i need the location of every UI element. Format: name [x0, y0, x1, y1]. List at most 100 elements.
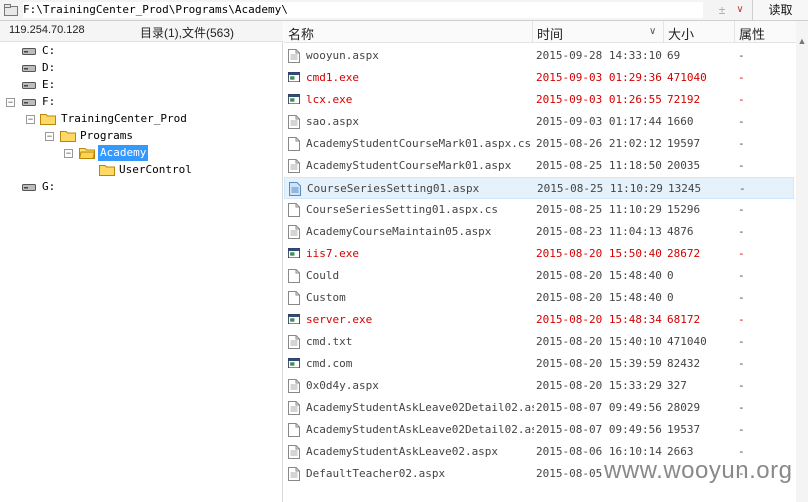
file-row[interactable]: iis7.exe 2015-08-20 15:50:40 28672 - — [284, 243, 794, 265]
bookmark-icon[interactable]: ± — [716, 2, 728, 18]
file-name: AcademyStudentAskLeave02Detail02.as... — [306, 423, 534, 436]
executable-icon — [288, 357, 300, 371]
tree-folder-usercontrol[interactable]: UserControl — [99, 162, 199, 178]
collapse-toggle[interactable]: − — [6, 98, 15, 107]
text-file-icon — [288, 379, 300, 393]
file-attr: - — [738, 335, 745, 348]
file-attr: - — [738, 71, 745, 84]
file-name: CourseSeriesSetting01.aspx.cs — [306, 203, 499, 216]
address-bar: F:\TrainingCenter_Prod\Programs\Academy\… — [0, 0, 808, 21]
tree-drive-c[interactable]: C: — [22, 43, 82, 59]
drive-icon — [22, 184, 36, 191]
file-row[interactable]: CourseSeriesSetting01.aspx 2015-08-25 11:… — [284, 177, 794, 199]
file-row[interactable]: Could 2015-08-20 15:48:40 0 - — [284, 265, 794, 287]
file-size: 82432 — [667, 357, 701, 370]
sort-desc-icon: ∨ — [649, 26, 657, 37]
file-row[interactable]: AcademyCourseMaintain05.aspx 2015-08-23 1… — [284, 221, 794, 243]
file-size: 471040 — [667, 71, 707, 84]
file-name: cmd.com — [306, 357, 353, 370]
file-time: 2015-08-26 21:02:12 — [536, 137, 662, 150]
file-row[interactable]: server.exe 2015-08-20 15:48:34 68172 - — [284, 309, 794, 331]
column-time[interactable]: 时间 — [537, 24, 563, 43]
file-row[interactable]: AcademyStudentAskLeave02Detail02.as... 20… — [284, 419, 794, 441]
file-attr: - — [738, 269, 745, 282]
column-attr[interactable]: 属性 — [739, 24, 765, 43]
file-size: 4876 — [667, 225, 694, 238]
collapse-toggle[interactable]: − — [64, 149, 73, 158]
file-row[interactable]: 0x0d4y.aspx 2015-08-20 15:33:29 327 - — [284, 375, 794, 397]
tree-drive-f[interactable]: F: — [22, 94, 82, 110]
file-time: 2015-08-07 09:49:56 — [536, 401, 662, 414]
chevron-down-icon[interactable]: ∨ — [733, 2, 747, 18]
drive-icon — [22, 48, 36, 55]
file-time: 2015-08-07 09:49:56 — [536, 423, 662, 436]
executable-icon — [288, 247, 300, 261]
file-row[interactable]: Custom 2015-08-20 15:48:40 0 - — [284, 287, 794, 309]
file-size: 471040 — [667, 335, 707, 348]
file-attr: - — [738, 203, 745, 216]
file-row[interactable]: AcademyStudentAskLeave02Detail02.aspx 201… — [284, 397, 794, 419]
vertical-scrollbar[interactable]: ▲ — [796, 21, 808, 502]
blank-file-icon — [288, 269, 300, 283]
column-name[interactable]: 名称 — [288, 24, 314, 43]
folder-icon — [60, 131, 76, 142]
tree-folder-trainingcenter[interactable]: TrainingCenter_Prod — [40, 111, 200, 127]
tree-drive-g[interactable]: G: — [22, 179, 82, 195]
tree-drive-e[interactable]: E: — [22, 77, 82, 93]
file-attr: - — [738, 137, 745, 150]
file-size: 0 — [667, 269, 674, 282]
file-name: AcademyCourseMaintain05.aspx — [306, 225, 492, 238]
folder-icon — [4, 4, 18, 16]
file-row[interactable]: lcx.exe 2015-09-03 01:26:55 72192 - — [284, 89, 794, 111]
tree-folder-academy[interactable]: Academy — [79, 145, 159, 161]
file-time: 2015-08-20 15:48:40 — [536, 291, 662, 304]
watermark: www.wooyun.org — [604, 457, 793, 484]
file-row[interactable]: cmd.com 2015-08-20 15:39:59 82432 - — [284, 353, 794, 375]
file-attr: - — [738, 225, 745, 238]
file-size: 13245 — [668, 182, 702, 195]
file-list-pane: 名称 时间 ∨ 大小 属性 wooyun.aspx 2015-09-28 14:3… — [284, 21, 808, 502]
tree-folder-programs[interactable]: Programs — [60, 128, 160, 144]
tree-drive-d[interactable]: D: — [22, 60, 82, 76]
collapse-toggle[interactable]: − — [45, 132, 54, 141]
column-divider[interactable] — [734, 21, 735, 43]
path-input[interactable]: F:\TrainingCenter_Prod\Programs\Academy\ — [23, 2, 703, 18]
drive-icon — [22, 99, 36, 106]
file-name: sao.aspx — [306, 115, 359, 128]
collapse-toggle[interactable]: − — [26, 115, 35, 124]
file-time: 2015-08-20 15:40:10 — [536, 335, 662, 348]
executable-icon — [288, 313, 300, 327]
file-time: 2015-08-25 11:18:50 — [536, 159, 662, 172]
file-row[interactable]: AcademyStudentCourseMark01.aspx 2015-08-2… — [284, 155, 794, 177]
tree-label: E: — [42, 78, 56, 91]
column-divider[interactable] — [532, 21, 533, 43]
file-row[interactable]: sao.aspx 2015-09-03 01:17:44 1660 - — [284, 111, 794, 133]
file-name: CourseSeriesSetting01.aspx — [307, 182, 480, 195]
file-time: 2015-08-25 11:10:29 — [537, 182, 663, 195]
file-name: cmd1.exe — [306, 71, 359, 84]
file-attr: - — [738, 159, 745, 172]
column-size[interactable]: 大小 — [668, 24, 694, 43]
file-row[interactable]: AcademyStudentCourseMark01.aspx.cs 2015-0… — [284, 133, 794, 155]
column-divider[interactable] — [663, 21, 664, 43]
read-button[interactable]: 读取 — [752, 0, 808, 20]
blank-file-icon — [288, 291, 300, 305]
file-row[interactable]: cmd.txt 2015-08-20 15:40:10 471040 - — [284, 331, 794, 353]
file-name: AcademyStudentCourseMark01.aspx — [306, 159, 512, 172]
file-attr: - — [739, 182, 746, 195]
file-time: 2015-08-20 15:39:59 — [536, 357, 662, 370]
file-row[interactable]: wooyun.aspx 2015-09-28 14:33:10 69 - — [284, 45, 794, 67]
file-attr: - — [738, 247, 745, 260]
file-row[interactable]: cmd1.exe 2015-09-03 01:29:36 471040 - — [284, 67, 794, 89]
file-time: 2015-08-20 15:48:40 — [536, 269, 662, 282]
scroll-up-icon[interactable]: ▲ — [796, 35, 808, 47]
file-size: 1660 — [667, 115, 694, 128]
text-file-icon — [288, 159, 300, 173]
file-attr: - — [738, 379, 745, 392]
file-size: 19597 — [667, 137, 701, 150]
file-time: 2015-08-20 15:48:34 — [536, 313, 662, 326]
text-file-icon — [288, 401, 300, 415]
tree-label-selected: Academy — [98, 145, 149, 161]
column-header: 名称 时间 ∨ 大小 属性 — [284, 21, 808, 43]
file-row[interactable]: CourseSeriesSetting01.aspx.cs 2015-08-25 … — [284, 199, 794, 221]
